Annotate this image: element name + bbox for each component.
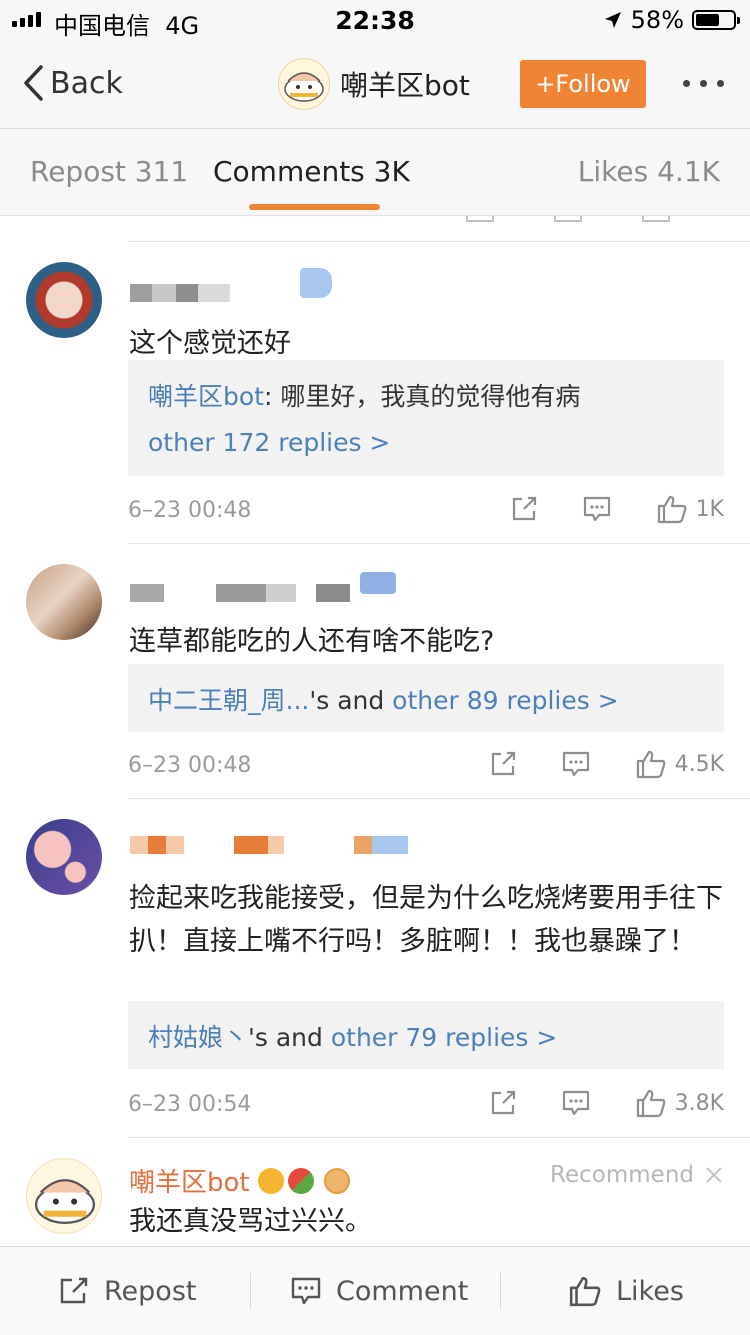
comment-text: 这个感觉还好 [129, 328, 291, 359]
comment-timestamp: 6–23 00:48 [128, 753, 252, 778]
likes-button[interactable]: Likes [568, 1247, 684, 1335]
comment-icon[interactable] [582, 495, 612, 523]
more-menu-icon[interactable] [683, 80, 724, 87]
author-name[interactable]: 嘲羊区bot [129, 1162, 250, 1199]
like-icon[interactable] [635, 1088, 667, 1118]
tab-repost[interactable]: Repost 311 [30, 155, 188, 188]
comment-label: Comment [336, 1275, 469, 1307]
sheep-cartoon-icon [34, 1179, 96, 1224]
repost-label: Repost [104, 1275, 197, 1307]
like-icon[interactable] [656, 494, 688, 524]
reply-preview[interactable]: 中二王朝_周...'s and other 89 replies > [128, 664, 724, 732]
bottom-action-bar: Repost Comment Likes [0, 1246, 750, 1335]
more-replies-link[interactable]: other 89 replies > [392, 686, 618, 715]
more-replies-link[interactable]: other 172 replies > [148, 420, 704, 466]
share-icon[interactable] [489, 750, 517, 778]
comment-item: 这个感觉还好 嘲羊区bot: 哪里好，我真的觉得他有病 other 172 re… [0, 242, 750, 544]
comment-list[interactable]: 这个感觉还好 嘲羊区bot: 哪里好，我真的觉得他有病 other 172 re… [0, 216, 750, 1246]
medal-badge-icon [323, 1167, 350, 1194]
owner-avatar[interactable] [278, 58, 330, 110]
comment-item: 嘲羊区bot Recommend 我还真没骂过兴兴。 [0, 1138, 750, 1246]
comment-button[interactable]: Comment [290, 1247, 468, 1335]
tab-likes[interactable]: Likes 4.1K [578, 155, 720, 188]
likes-label: Likes [616, 1275, 684, 1307]
reply-author[interactable]: 嘲羊区bot [148, 382, 264, 411]
profile-header[interactable]: 嘲羊区bot [278, 58, 470, 110]
comment-icon [291, 1277, 321, 1305]
recommend-tag: Recommend [550, 1162, 724, 1188]
comment-item: 捡起来吃我能接受，但是为什么吃烧烤要用手往下扒！直接上嘴不行吗！多脏啊！！我也暴… [0, 799, 750, 1138]
comment-timestamp: 6–23 00:54 [128, 1092, 252, 1117]
like-count: 4.5K [674, 751, 724, 777]
divider [250, 1273, 251, 1309]
user-badge-icon [300, 268, 332, 298]
comment-text: 捡起来吃我能接受，但是为什么吃烧烤要用手往下扒！直接上嘴不行吗！多脏啊！！我也暴… [129, 883, 723, 957]
reply-text: : 哪里好，我真的觉得他有病 [263, 382, 581, 411]
share-icon[interactable] [510, 495, 538, 523]
nav-bar: Back 嘲羊区bot +Follow [0, 42, 750, 129]
active-tab-indicator [249, 204, 380, 210]
share-icon[interactable] [489, 1089, 517, 1117]
avatar[interactable] [26, 564, 102, 640]
like-icon[interactable] [635, 749, 667, 779]
tab-bar: Repost 311 Comments 3K Likes 4.1K [0, 129, 750, 216]
comment-icon[interactable] [561, 750, 591, 778]
watermelon-badge-icon [287, 1167, 314, 1194]
comment-timestamp: 6–23 00:48 [128, 498, 252, 523]
avatar[interactable] [26, 819, 102, 895]
repost-button[interactable]: Repost [58, 1247, 196, 1335]
back-button[interactable]: Back [22, 64, 123, 102]
close-icon[interactable] [704, 1165, 724, 1185]
chevron-left-icon [24, 65, 43, 101]
battery-percent: 58% [630, 6, 684, 34]
page-title: 嘲羊区bot [340, 69, 470, 102]
previous-comment-edge [128, 216, 750, 242]
like-count: 3.8K [674, 1090, 724, 1116]
crown-badge-icon [257, 1167, 284, 1194]
avatar[interactable] [26, 262, 102, 338]
reply-author[interactable]: 中二王朝_周... [148, 686, 309, 715]
fan-badge-icon [360, 572, 396, 594]
username-blurred[interactable] [130, 284, 230, 302]
follow-button[interactable]: +Follow [520, 60, 646, 108]
username-blurred[interactable] [130, 584, 350, 602]
like-count: 1K [695, 496, 724, 522]
status-bar: 中国电信 4G 22:38 58% [0, 0, 750, 42]
reply-connector: 's and [309, 686, 393, 715]
reply-connector: 's and [248, 1023, 331, 1052]
tab-comments[interactable]: Comments 3K [213, 155, 410, 188]
owner-avatar[interactable] [26, 1158, 102, 1234]
sheep-cartoon-icon [284, 72, 324, 102]
reply-preview[interactable]: 村姑娘丶's and other 79 replies > [128, 1001, 724, 1069]
comment-text: 我还真没骂过兴兴。 [129, 1206, 372, 1237]
repost-icon [60, 1277, 88, 1304]
reply-author[interactable]: 村姑娘丶 [148, 1023, 248, 1052]
back-label: Back [50, 65, 123, 101]
like-icon [569, 1276, 601, 1307]
reply-preview[interactable]: 嘲羊区bot: 哪里好，我真的觉得他有病 other 172 replies > [128, 360, 724, 476]
battery-icon [692, 10, 740, 30]
comment-text: 连草都能吃的人还有啥不能吃? [129, 626, 495, 657]
comment-author[interactable]: 嘲羊区bot [129, 1162, 350, 1199]
comment-icon[interactable] [561, 1089, 591, 1117]
recommend-label: Recommend [550, 1162, 694, 1188]
location-arrow-icon [604, 12, 621, 28]
divider [500, 1273, 501, 1309]
more-replies-link[interactable]: other 79 replies > [331, 1023, 557, 1052]
username-blurred[interactable] [130, 836, 408, 854]
comment-item: 连草都能吃的人还有啥不能吃? 中二王朝_周...'s and other 89 … [0, 544, 750, 799]
